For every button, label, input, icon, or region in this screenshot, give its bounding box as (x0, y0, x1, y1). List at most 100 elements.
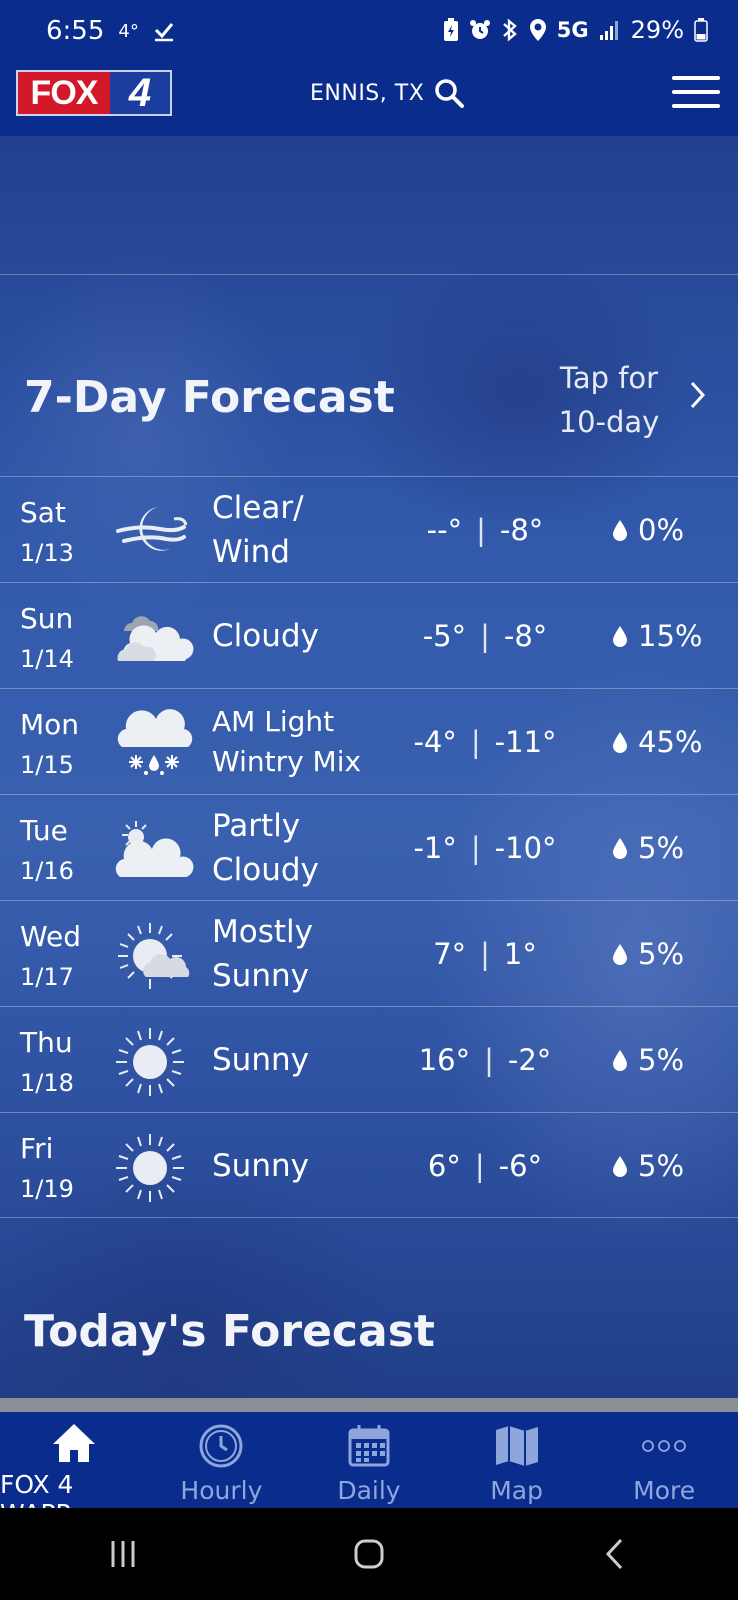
recent-apps-icon (111, 1541, 135, 1567)
forecast-low: -11° (494, 725, 557, 759)
partly-cloudy-icon (115, 821, 194, 877)
map-icon (495, 1426, 538, 1466)
forecast-high: -4° (413, 725, 457, 759)
battery-saver-icon (443, 18, 458, 41)
todays-forecast-title: Today's Forecast (24, 1306, 435, 1357)
forecast-low: -2° (507, 1043, 552, 1077)
temp-separator: | (480, 937, 490, 971)
forecast-day: Mon (20, 708, 80, 741)
forecast-condition-line2: Cloudy (212, 852, 319, 888)
forecast-condition-line1: Partly (212, 808, 301, 844)
forecast-day: Wed (20, 920, 82, 953)
network-label: 5G (556, 18, 589, 42)
forecast-precip: 0% (638, 513, 685, 547)
seven-day-forecast-title: 7-Day Forecast (24, 372, 395, 423)
forecast-condition-line1: Cloudy (212, 618, 319, 654)
system-nav-bar (0, 1508, 738, 1600)
nav-label: Hourly (180, 1476, 263, 1505)
temp-separator: | (474, 1149, 485, 1183)
forecast-precip: 45% (638, 725, 703, 759)
forecast-high: -1° (413, 831, 457, 865)
forecast-high: 16° (418, 1043, 471, 1077)
forecast-date: 1/18 (20, 1069, 74, 1097)
status-time: 6:55 (46, 16, 105, 46)
forecast-condition-line2: Sunny (212, 958, 309, 994)
location-selector[interactable]: ENNIS, TX (310, 78, 465, 108)
forecast-condition-line1: Mostly (212, 914, 313, 950)
forecast-date: 1/14 (20, 645, 74, 673)
forecast-row[interactable]: Sun 1/14 Cloudy -5° | -8° 15% (0, 582, 738, 688)
divider (0, 274, 738, 275)
app-header: FOX 4 ENNIS, TX (0, 68, 738, 136)
raindrop-icon (613, 520, 627, 541)
forecast-row[interactable]: Fri 1/19 Sunny 6° | -6° 5% (0, 1112, 738, 1218)
search-icon[interactable] (434, 78, 465, 108)
raindrop-icon (613, 838, 627, 859)
temp-separator: | (480, 619, 490, 653)
raindrop-icon (613, 944, 627, 965)
forecast-high: 7° (433, 937, 467, 971)
raindrop-icon (613, 1050, 627, 1071)
forecast-precip: 5% (638, 937, 685, 971)
forecast-day: Fri (20, 1132, 54, 1165)
forecast-row[interactable]: Sat 1/13 Clear/ Wind --° | -8° 0% (0, 476, 738, 582)
forecast-day: Thu (20, 1026, 73, 1059)
forecast-date: 1/17 (20, 963, 74, 991)
forecast-condition-line2: Wind (212, 534, 290, 570)
forecast-precip: 5% (638, 1043, 685, 1077)
nav-item-home[interactable]: FOX 4 WAPP (0, 1412, 148, 1528)
raindrop-icon (613, 1156, 627, 1177)
tap-for-10-day-link[interactable]: Tap for 10-day (545, 356, 673, 444)
back-chevron-icon (605, 1538, 623, 1570)
status-bar: 6:55 4° 5G 29% (0, 0, 738, 68)
wintry-mix-icon (117, 709, 193, 775)
forecast-day: Sat (20, 496, 66, 529)
forecast-precip: 5% (638, 1149, 685, 1183)
location-icon (529, 19, 546, 41)
forecast-condition-line1: Sunny (212, 1148, 309, 1184)
home-icon (52, 1424, 95, 1462)
hamburger-menu-icon[interactable] (672, 76, 720, 110)
bottom-nav: FOX 4 WAPP Hourly Daily Map More (0, 1412, 738, 1528)
recent-apps-button[interactable] (93, 1534, 153, 1574)
alarm-icon (469, 20, 490, 39)
forecast-high: 6° (427, 1149, 461, 1183)
forecast-row[interactable]: Tue 1/16 Partly Cloudy -1° | -10° 5% (0, 794, 738, 900)
sunny-icon (116, 1134, 184, 1202)
forecast-row[interactable]: Wed 1/17 Mostly Sunny 7° | 1° 5% (0, 900, 738, 1006)
battery-percent: 29% (630, 16, 684, 44)
forecast-date: 1/16 (20, 857, 74, 885)
sunny-icon (116, 1028, 184, 1096)
forecast-low: -8° (499, 513, 544, 547)
nav-item-more[interactable]: More (590, 1412, 738, 1508)
tap-line-2: 10-day (558, 405, 660, 439)
forecast-high: --° (426, 513, 463, 547)
nav-item-daily[interactable]: Daily (295, 1412, 443, 1508)
nav-item-hourly[interactable]: Hourly (148, 1412, 296, 1508)
forecast-precip: 5% (638, 831, 685, 865)
nav-label: Map (490, 1476, 543, 1505)
calendar-icon (348, 1425, 390, 1467)
chevron-right-icon[interactable] (688, 380, 708, 410)
tap-line-1: Tap for (559, 361, 659, 395)
forecast-condition-line1: Clear/ (212, 490, 304, 526)
check-icon (154, 23, 173, 42)
forecast-high: -5° (422, 619, 467, 653)
forecast-precip: 15% (638, 619, 703, 653)
forecast-date: 1/15 (20, 751, 74, 779)
nav-item-map[interactable]: Map (443, 1412, 591, 1508)
forecast-row[interactable]: Mon 1/15 AM Light Wintry Mix -4° | -11° (0, 688, 738, 794)
back-system-button[interactable] (585, 1534, 645, 1574)
location-label: ENNIS, TX (310, 80, 425, 106)
fox4-logo[interactable]: FOX 4 (16, 70, 172, 116)
signal-icon (599, 21, 618, 40)
forecast-low: -10° (494, 831, 557, 865)
raindrop-icon (613, 732, 627, 753)
battery-icon (694, 18, 708, 42)
forecast-row[interactable]: Thu 1/18 Sunny 16° | -2° 5% (0, 1006, 738, 1112)
forecast-condition-line1: AM Light (212, 705, 335, 738)
home-system-button[interactable] (339, 1534, 399, 1574)
temp-separator: | (470, 725, 481, 759)
logo-4-text: 4 (110, 71, 170, 115)
mostly-sunny-icon (118, 923, 190, 989)
